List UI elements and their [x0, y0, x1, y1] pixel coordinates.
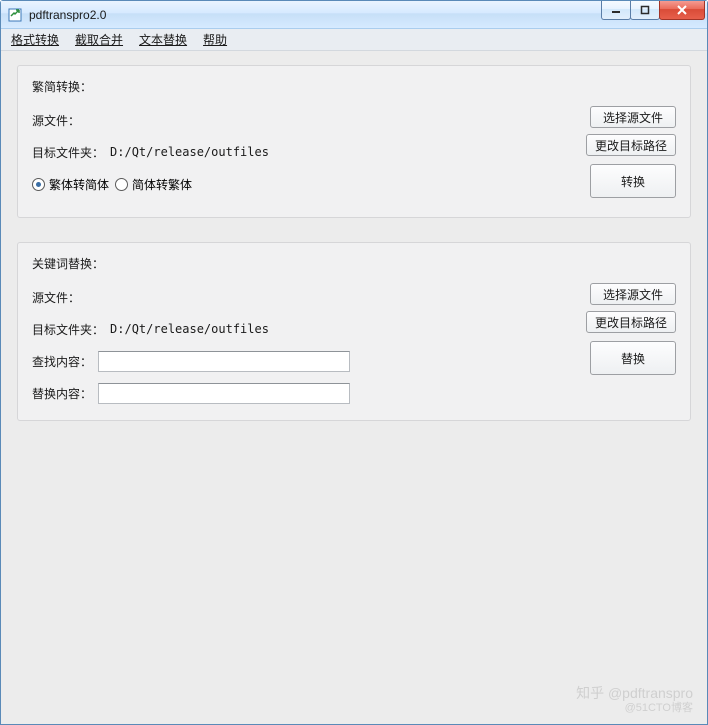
menu-help[interactable]: 帮助: [195, 29, 235, 50]
change-target-button-1[interactable]: 更改目标路径: [586, 134, 676, 156]
row-replace: 替换内容：: [32, 382, 676, 404]
replace-input[interactable]: [98, 383, 350, 404]
target-folder-label-2: 目标文件夹：: [32, 321, 104, 338]
radio-t2s-label: 繁体转简体: [49, 176, 109, 193]
panel-trad-simp-title: 繁简转换：: [32, 78, 676, 95]
radio-dot-icon: [115, 178, 128, 191]
source-file-label-1: 源文件：: [32, 112, 80, 129]
menu-format-convert[interactable]: 格式转换: [3, 29, 67, 50]
row-target-1: 目标文件夹： D:/Qt/release/outfiles 更改目标路径: [32, 141, 676, 163]
target-folder-value-1: D:/Qt/release/outfiles: [110, 145, 269, 159]
menu-extract-merge[interactable]: 截取合并: [67, 29, 131, 50]
client-area: 繁简转换： 源文件： 选择源文件 目标文件夹： D:/Qt/release/ou…: [1, 51, 707, 724]
radio-t2s[interactable]: 繁体转简体: [32, 176, 109, 193]
target-folder-value-2: D:/Qt/release/outfiles: [110, 322, 269, 336]
panel-keyword-title: 关键词替换：: [32, 255, 676, 272]
maximize-button[interactable]: [630, 1, 660, 20]
find-input[interactable]: [98, 351, 350, 372]
radio-group-tradsimp: 繁体转简体 简体转繁体 转换: [32, 173, 676, 195]
app-icon: [7, 7, 23, 23]
radio-dot-icon: [32, 178, 45, 191]
find-label: 查找内容：: [32, 353, 92, 370]
menu-text-replace[interactable]: 文本替换: [131, 29, 195, 50]
select-source-button-1[interactable]: 选择源文件: [590, 106, 676, 128]
row-source-1: 源文件： 选择源文件: [32, 109, 676, 131]
panel-trad-simp: 繁简转换： 源文件： 选择源文件 目标文件夹： D:/Qt/release/ou…: [17, 65, 691, 218]
source-file-label-2: 源文件：: [32, 289, 80, 306]
watermark: 知乎 @pdftranspro @51CTO博客: [576, 685, 693, 716]
close-button[interactable]: [659, 1, 705, 20]
window-titlebar: pdftranspro2.0: [1, 1, 707, 29]
row-target-2: 目标文件夹： D:/Qt/release/outfiles 更改目标路径: [32, 318, 676, 340]
radio-s2t[interactable]: 简体转繁体: [115, 176, 192, 193]
replace-button[interactable]: 替换: [590, 341, 676, 375]
watermark-line2: @51CTO博客: [576, 702, 693, 716]
row-source-2: 源文件： 选择源文件: [32, 286, 676, 308]
menubar: 格式转换 截取合并 文本替换 帮助: [1, 29, 707, 51]
change-target-button-2[interactable]: 更改目标路径: [586, 311, 676, 333]
replace-label: 替换内容：: [32, 385, 92, 402]
row-find: 查找内容： 替换: [32, 350, 676, 372]
panel-keyword-replace: 关键词替换： 源文件： 选择源文件 目标文件夹： D:/Qt/release/o…: [17, 242, 691, 421]
minimize-button[interactable]: [601, 1, 631, 20]
radio-s2t-label: 简体转繁体: [132, 176, 192, 193]
select-source-button-2[interactable]: 选择源文件: [590, 283, 676, 305]
window-title: pdftranspro2.0: [29, 8, 106, 22]
target-folder-label-1: 目标文件夹：: [32, 144, 104, 161]
window-controls: [602, 1, 705, 20]
watermark-line1: 知乎 @pdftranspro: [576, 685, 693, 703]
convert-button[interactable]: 转换: [590, 164, 676, 198]
